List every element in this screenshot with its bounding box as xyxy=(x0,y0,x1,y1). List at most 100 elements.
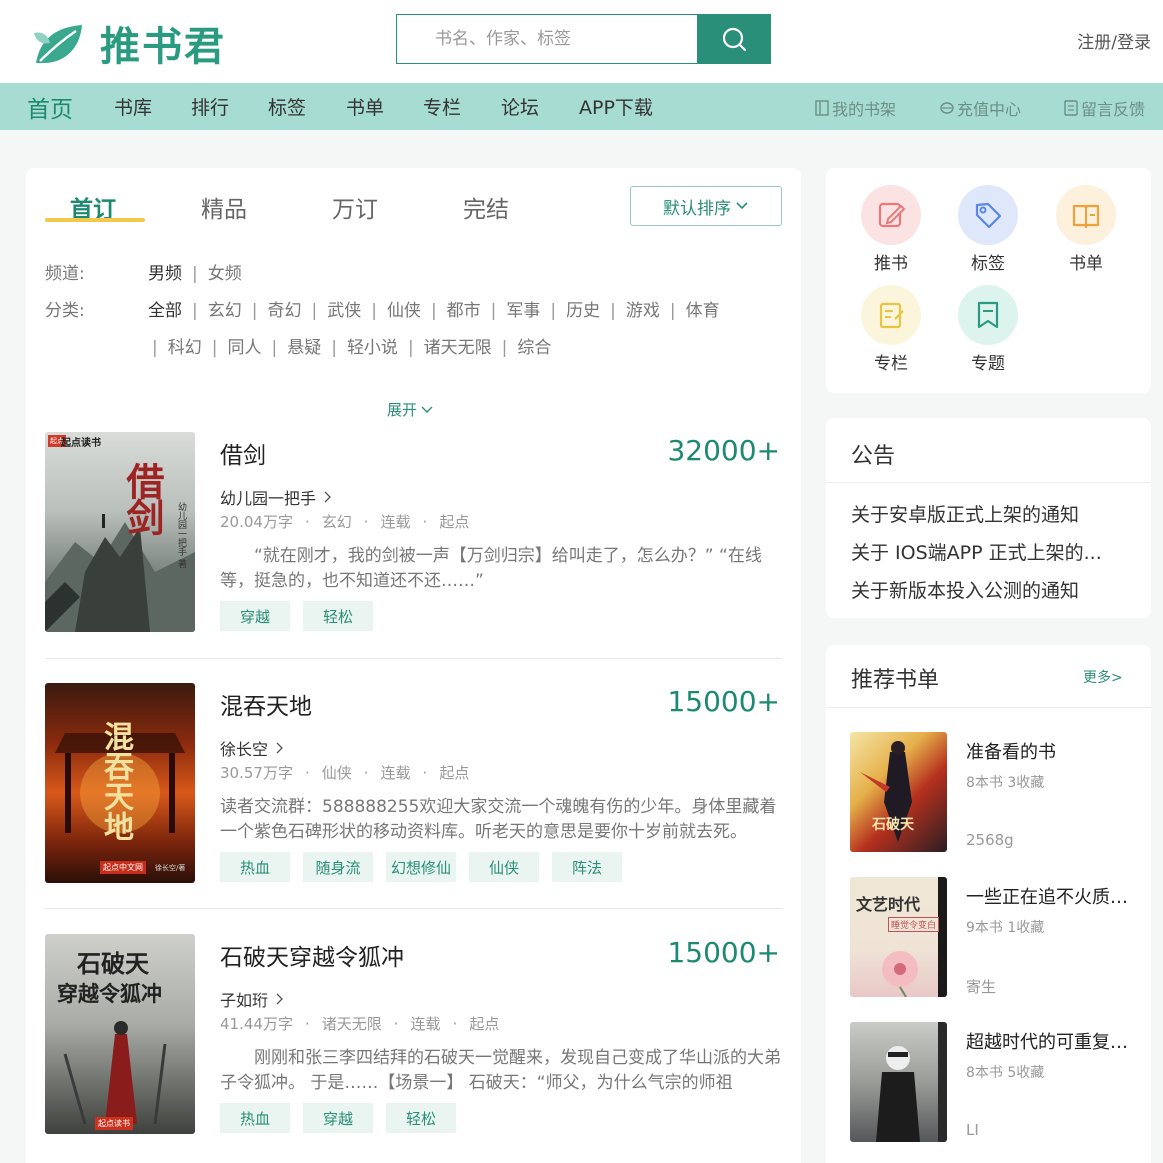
booklist-item[interactable]: 石破天 准备看的书 8本书 3收藏 2568g xyxy=(850,732,1140,852)
category-option[interactable]: 奇幻 xyxy=(267,301,301,321)
booklist-item[interactable]: 文艺时代 睡觉令变白 一些正在追不火质量... 9本书 1收藏 寄生 xyxy=(850,877,1142,997)
book-tag[interactable]: 阵法 xyxy=(552,852,622,882)
expand-label: 展开 xyxy=(387,401,418,419)
more-booklists-link[interactable]: 更多> xyxy=(1083,667,1123,687)
category-option[interactable]: 都市 xyxy=(447,301,481,321)
book-tag[interactable]: 轻松 xyxy=(303,601,373,631)
booklist-title[interactable]: 超越时代的可重复观... xyxy=(966,1028,1142,1054)
book-item[interactable]: 起点 起点读书 借剑 幼儿园一把手 著 借剑 32000+ 幼儿园一把手 20.… xyxy=(45,432,782,633)
booklist-user[interactable]: 2568g xyxy=(966,831,1014,849)
nav-home[interactable]: 首页 xyxy=(27,90,73,124)
search-icon xyxy=(722,27,746,52)
nav-columns[interactable]: 专栏 xyxy=(423,93,461,120)
category-option[interactable]: 体育 xyxy=(686,301,720,321)
book-author[interactable]: 徐长空 xyxy=(220,736,284,760)
book-title[interactable]: 混吞天地 xyxy=(220,687,312,721)
nav-ranking[interactable]: 排行 xyxy=(191,93,229,120)
cover-title-line1: 石破天 xyxy=(77,949,149,978)
book-tag[interactable]: 幻想修仙 xyxy=(386,852,456,882)
tab-ten-thousand[interactable]: 万订 xyxy=(332,190,378,224)
edit-icon xyxy=(861,185,921,245)
book-description: “就在刚才，我的剑被一声【万剑归宗】给叫走了，怎么办？” “在线等，挺急的，也不… xyxy=(220,546,762,591)
category-option[interactable]: 科幻 xyxy=(168,338,202,358)
site-logo[interactable]: 推书君 xyxy=(30,14,226,72)
book-tag[interactable]: 随身流 xyxy=(303,852,373,882)
quick-link-tags[interactable]: 标签 xyxy=(958,185,1018,274)
booklists-divider xyxy=(826,707,1151,708)
quick-link-columns[interactable]: 专栏 xyxy=(861,285,921,374)
sort-dropdown[interactable]: 默认排序 xyxy=(630,186,782,226)
booklist-cover[interactable] xyxy=(850,1022,947,1142)
category-option[interactable]: 军事 xyxy=(506,301,540,321)
login-link[interactable]: 注册/登录 xyxy=(1077,28,1151,53)
quick-link-recommend[interactable]: 推书 xyxy=(861,185,921,274)
book-tag[interactable]: 轻松 xyxy=(386,1103,456,1133)
category-option[interactable]: 诸天无限 xyxy=(424,338,492,358)
category-label: 分类: xyxy=(45,301,85,321)
nav-tags[interactable]: 标签 xyxy=(268,93,306,120)
bookshelf-icon xyxy=(815,100,829,116)
book-cover[interactable]: 混吞天地 起点中文网 徐长空/著 xyxy=(45,683,195,883)
category-option[interactable]: 悬疑 xyxy=(287,338,321,358)
booklist-cover[interactable]: 文艺时代 睡觉令变白 xyxy=(850,877,947,997)
book-author[interactable]: 幼儿园一把手 xyxy=(220,485,332,509)
notice-item[interactable]: 关于安卓版正式上架的通知 xyxy=(851,500,1079,527)
book-tag[interactable]: 穿越 xyxy=(220,601,290,631)
category-option[interactable]: 游戏 xyxy=(626,301,660,321)
leaf-logo-icon xyxy=(34,25,82,63)
booklist-cover[interactable]: 石破天 xyxy=(850,732,947,852)
booklists-title: 推荐书单 xyxy=(851,668,940,693)
book-cover[interactable]: 石破天 穿越令狐冲 起点读书 xyxy=(45,934,195,1134)
nav-forum[interactable]: 论坛 xyxy=(501,93,539,120)
book-title[interactable]: 石破天穿越令狐冲 xyxy=(220,938,404,972)
booklist-title[interactable]: 准备看的书 xyxy=(966,738,1142,764)
book-cover[interactable]: 起点 起点读书 借剑 幼儿园一把手 著 xyxy=(45,432,195,632)
category-option[interactable]: 历史 xyxy=(566,301,600,321)
nav-bookshelf-label: 我的书架 xyxy=(832,100,897,119)
category-option[interactable]: 综合 xyxy=(517,338,551,358)
nav-library[interactable]: 书库 xyxy=(114,93,152,120)
booklist-user[interactable]: LI xyxy=(966,1121,979,1139)
tab-premium[interactable]: 精品 xyxy=(201,190,247,224)
book-divider xyxy=(45,658,782,659)
category-option[interactable]: 武侠 xyxy=(327,301,361,321)
booklist-item[interactable]: 超越时代的可重复观... 8本书 5收藏 LI xyxy=(850,1022,1142,1142)
book-tag[interactable]: 穿越 xyxy=(303,1103,373,1133)
quick-link-topics[interactable]: 专题 xyxy=(958,285,1018,374)
book-tag[interactable]: 热血 xyxy=(220,1103,290,1133)
book-tag[interactable]: 仙侠 xyxy=(469,852,539,882)
book-author[interactable]: 子如珩 xyxy=(220,987,284,1011)
notice-item[interactable]: 关于 IOS端APP 正式上架的... xyxy=(851,538,1102,565)
book-tags: 穿越 轻松 xyxy=(220,601,373,631)
nav-feedback[interactable]: 留言反馈 xyxy=(1064,96,1145,120)
expand-filters-button[interactable]: 展开 xyxy=(387,399,433,420)
book-tag[interactable]: 热血 xyxy=(220,852,290,882)
booklist-title[interactable]: 一些正在追不火质量... xyxy=(966,883,1142,909)
category-option[interactable]: 同人 xyxy=(227,338,261,358)
quick-link-booklists[interactable]: 书单 xyxy=(1056,185,1116,274)
nav-app-download[interactable]: APP下载 xyxy=(579,93,653,120)
tab-completed[interactable]: 完结 xyxy=(463,190,509,224)
main-nav: 首页 书库 排行 标签 书单 专栏 论坛 APP下载 我的书架 充值中心 留言反… xyxy=(0,83,1163,130)
nav-booklists[interactable]: 书单 xyxy=(346,93,384,120)
search-button[interactable] xyxy=(697,15,770,63)
booklist-user[interactable]: 寄生 xyxy=(966,976,996,997)
category-option[interactable]: 全部 xyxy=(148,301,182,321)
book-item[interactable]: 混吞天地 起点中文网 徐长空/著 混吞天地 15000+ 徐长空 30.57万字… xyxy=(45,683,782,884)
category-option[interactable]: 玄幻 xyxy=(208,301,242,321)
category-option[interactable]: 轻小说 xyxy=(347,338,398,358)
nav-bookshelf[interactable]: 我的书架 xyxy=(815,96,896,120)
booklist-cover-subtitle: 睡觉令变白 xyxy=(888,917,940,932)
nav-recharge[interactable]: 充值中心 xyxy=(940,96,1021,120)
nav-feedback-label: 留言反馈 xyxy=(1081,100,1146,119)
book-item[interactable]: 石破天 穿越令狐冲 起点读书 石破天穿越令狐冲 15000+ 子如珩 41.44… xyxy=(45,934,782,1135)
notice-item[interactable]: 关于新版本投入公测的通知 xyxy=(851,576,1079,603)
search-input[interactable] xyxy=(397,15,697,63)
cover-title-line2: 穿越令狐冲 xyxy=(57,981,162,1006)
channel-option[interactable]: 女频 xyxy=(208,264,242,284)
category-option[interactable]: 仙侠 xyxy=(387,301,421,321)
quick-link-label: 专栏 xyxy=(874,354,908,374)
subscription-count: 15000+ xyxy=(667,685,780,718)
channel-option[interactable]: 男频 xyxy=(148,264,182,284)
book-title[interactable]: 借剑 xyxy=(220,436,266,470)
